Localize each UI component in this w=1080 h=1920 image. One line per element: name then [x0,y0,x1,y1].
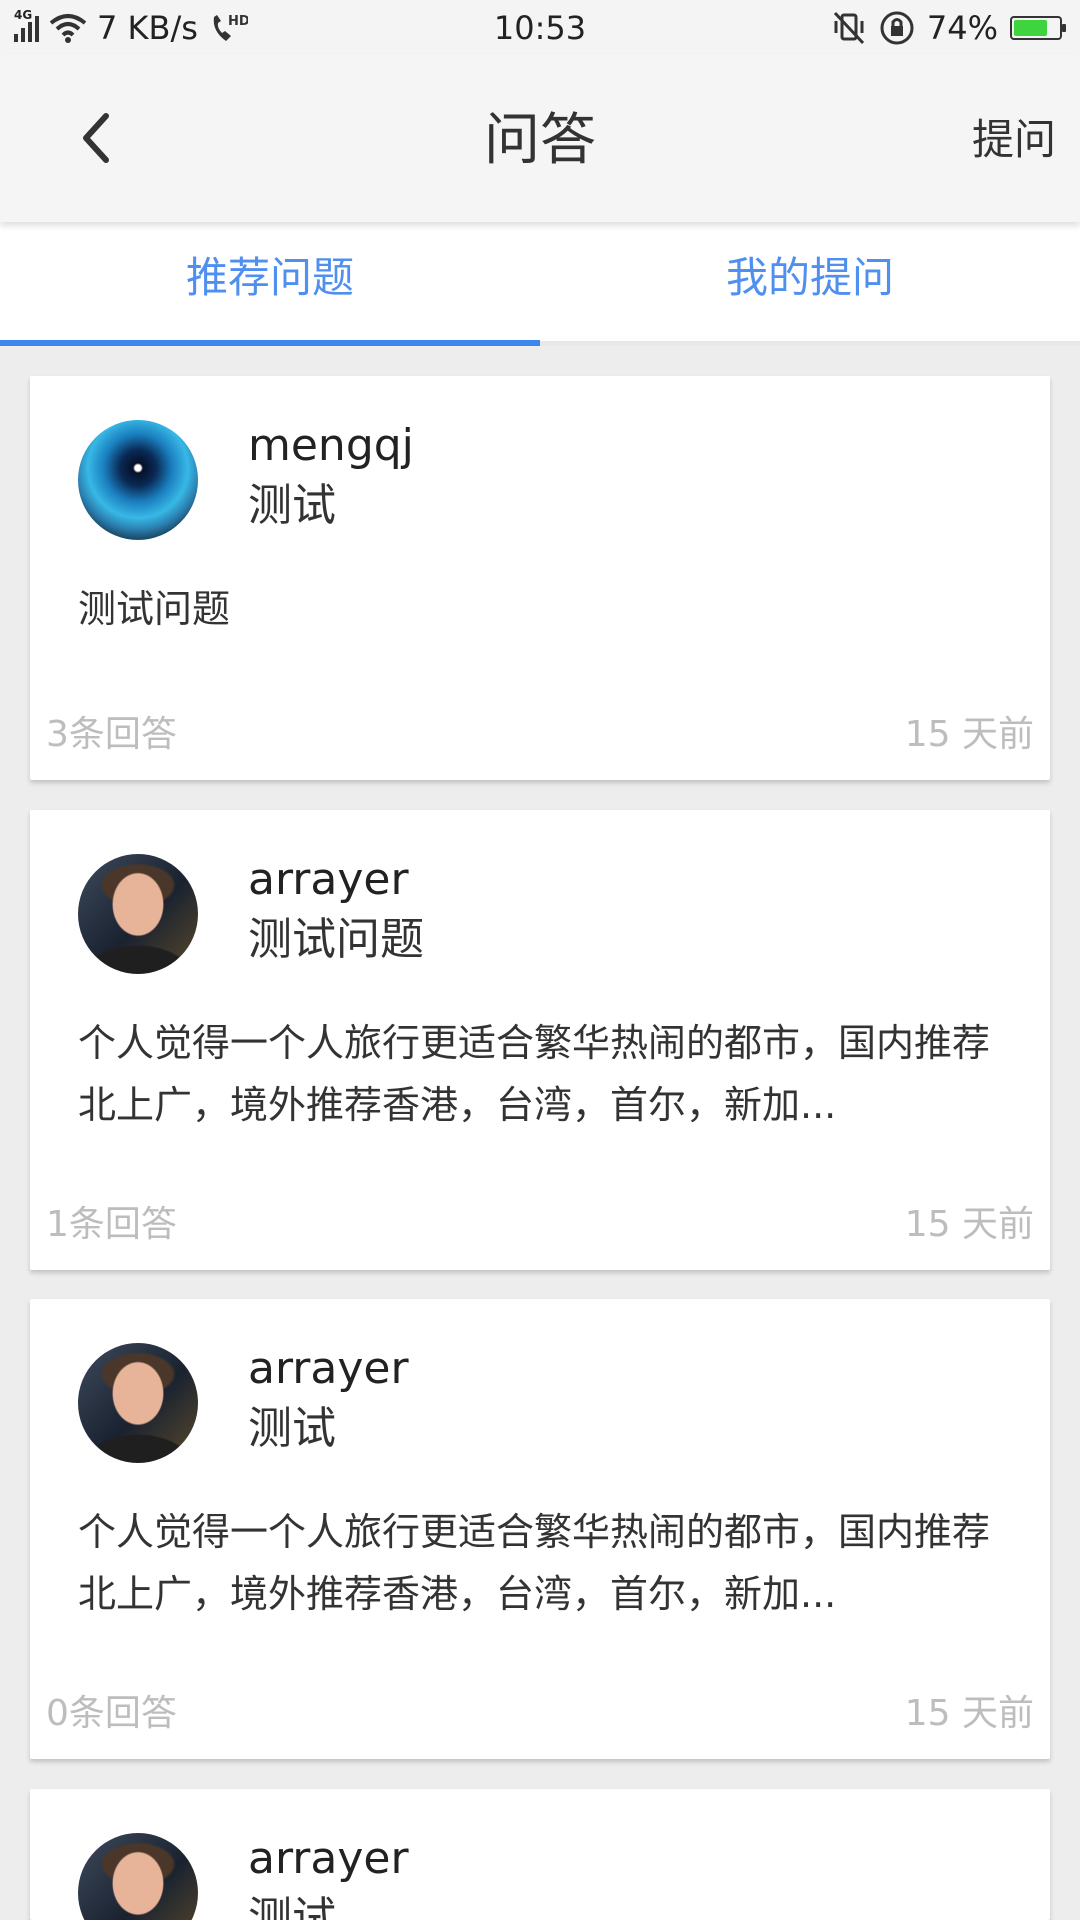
battery-percent: 74% [926,9,998,47]
question-card[interactable]: arrayer 测试问题 个人觉得一个人旅行更适合繁华热闹的都市，国内推荐北上广… [30,810,1050,1270]
question-card[interactable]: mengqj 测试 测试问题 3条回答 15 天前 [30,376,1050,780]
vibrate-mute-icon [833,11,864,45]
avatar[interactable] [78,1343,198,1463]
battery-fill [1014,20,1047,36]
author-name: arrayer [248,1833,409,1884]
avatar[interactable] [78,420,198,540]
question-content: 个人觉得一个人旅行更适合繁华热闹的都市，国内推荐北上广，境外推荐香港，台湾，首尔… [78,1021,991,1127]
question-title: 测试 [248,1403,336,1454]
tab-bar: 推荐问题 我的提问 [0,222,1080,346]
avatar[interactable] [78,854,198,974]
page-title: 问答 [484,108,596,173]
battery-icon [1010,16,1066,40]
answer-count: 0条回答 [46,1693,177,1734]
question-card[interactable]: arrayer 测试 个人觉得一个人旅行更适合繁华热闹的都市，国内推荐北上广，境… [30,1299,1050,1759]
app-bar: 问答 提问 [0,54,1080,222]
active-tab-indicator [0,340,540,346]
question-title: 测试问题 [248,914,424,965]
tab-recommended[interactable]: 推荐问题 [0,222,540,341]
author-name: mengqj [248,420,414,471]
time-ago: 15 天前 [904,1204,1034,1245]
question-card[interactable]: arrayer 测试 [30,1789,1050,1920]
author-name: arrayer [248,854,409,905]
question-title: 测试 [248,1893,336,1920]
tab-my-questions[interactable]: 我的提问 [540,222,1080,341]
question-title: 测试 [248,480,336,531]
rotation-lock-icon [880,11,914,45]
status-right: 74% [831,8,1066,48]
question-content: 个人觉得一个人旅行更适合繁华热闹的都市，国内推荐北上广，境外推荐香港，台湾，首尔… [78,1510,991,1616]
time-ago: 15 天前 [904,714,1034,755]
author-name: arrayer [248,1343,409,1394]
avatar[interactable] [78,1833,198,1920]
status-bar: 4G 7 KB/s HD 10:53 74% [0,0,1080,54]
answer-count: 1条回答 [46,1204,177,1245]
ask-question-button[interactable]: 提问 [972,110,1056,170]
time-ago: 15 天前 [904,1693,1034,1734]
answer-count: 3条回答 [46,714,177,755]
question-content: 测试问题 [78,587,231,631]
